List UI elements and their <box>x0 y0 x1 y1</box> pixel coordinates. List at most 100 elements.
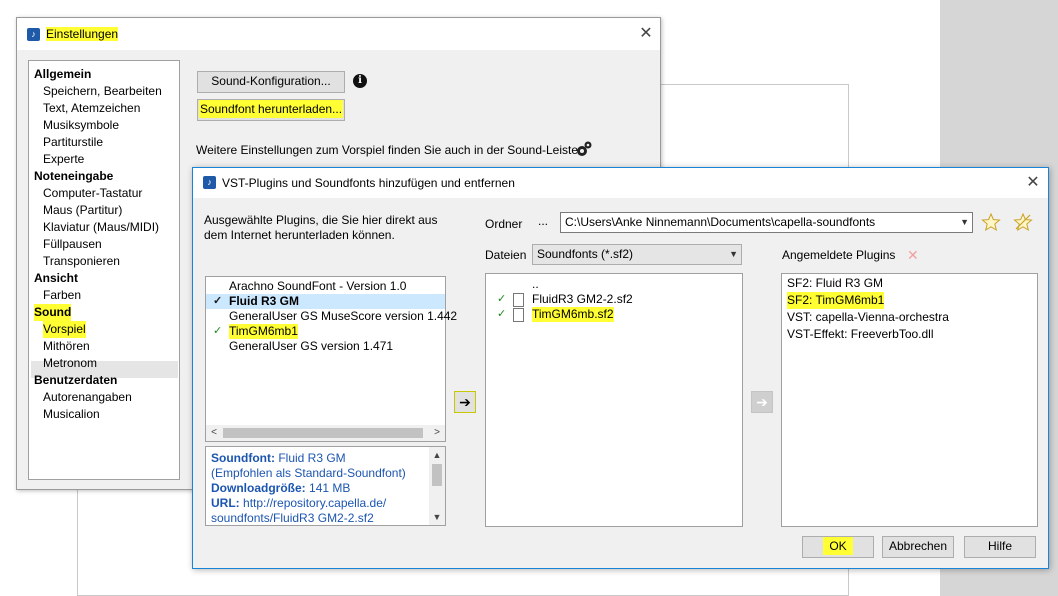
tree-category[interactable]: Benutzerdaten <box>34 372 117 389</box>
info-value: 141 MB <box>309 481 351 495</box>
horizontal-scrollbar[interactable]: < > <box>206 425 445 441</box>
add-plugin-arrow-button[interactable]: ➔ <box>454 391 476 413</box>
registered-plugin-item[interactable]: SF2: TimGM6mb1 <box>787 292 885 309</box>
info-label: Soundfont: <box>211 451 275 465</box>
info-url-link[interactable]: http://repository.capella.de/ <box>243 496 386 510</box>
tree-item[interactable]: Füllpausen <box>43 236 102 253</box>
tree-item[interactable]: Farben <box>43 287 81 304</box>
folder-path-combo[interactable]: C:\Users\Anke Ninnemann\Documents\capell… <box>560 212 973 233</box>
tree-category[interactable]: Ansicht <box>34 270 78 287</box>
tree-item[interactable]: Transponieren <box>43 253 120 270</box>
scroll-right-icon[interactable]: > <box>429 425 445 441</box>
close-icon[interactable]: ✕ <box>1026 175 1040 191</box>
info-value: Fluid R3 GM <box>278 451 346 465</box>
plugin-list-item[interactable]: Arachno SoundFont - Version 1.0 <box>206 279 445 294</box>
register-file-arrow-button[interactable]: ➔ <box>751 391 773 413</box>
scroll-left-icon[interactable]: < <box>206 425 222 441</box>
tree-item[interactable]: Computer-Tastatur <box>43 185 142 202</box>
checkmark-icon: ✓ <box>213 325 223 337</box>
tree-item[interactable]: Partiturstile <box>43 134 103 151</box>
description-line: Ausgewählte Plugins, die Sie hier direkt… <box>204 213 438 227</box>
file-list-item[interactable]: ✓ FluidR3 GM2-2.sf2 <box>486 292 742 307</box>
tree-item[interactable]: Text, Atemzeichen <box>43 100 140 117</box>
settings-category-tree[interactable]: Allgemein Speichern, Bearbeiten Text, Atem… <box>28 60 180 480</box>
tree-item[interactable]: Musicalion <box>43 406 100 423</box>
plugin-list-item[interactable]: ✓ TimGM6mb1 <box>206 324 445 339</box>
chevron-down-icon[interactable]: ▼ <box>729 245 738 264</box>
soundfont-download-button[interactable]: Soundfont herunterladen... <box>197 99 345 121</box>
folder-path-value: C:\Users\Anke Ninnemann\Documents\capell… <box>565 215 876 229</box>
cancel-button[interactable]: Abbrechen <box>882 536 954 558</box>
help-button[interactable]: Hilfe <box>964 536 1036 558</box>
plugin-name: TimGM6mb1 <box>229 324 298 339</box>
hint-text: Weitere Einstellungen zum Vorspiel finde… <box>196 143 579 157</box>
info-url: URL: http://repository.capella.de/ <box>211 496 386 511</box>
tree-item[interactable]: Mithören <box>43 338 90 355</box>
scroll-thumb[interactable] <box>223 428 423 438</box>
plugin-list-item[interactable]: GeneralUser GS MuseScore version 1.442 <box>206 309 457 324</box>
gear-icon[interactable] <box>575 140 593 158</box>
vertical-scrollbar[interactable]: ▲ ▼ <box>429 447 445 525</box>
close-icon[interactable]: ✕ <box>639 26 653 42</box>
tree-category[interactable]: Noteneingabe <box>34 168 113 185</box>
file-list-item[interactable]: ✓ TimGM6mb.sf2 <box>486 307 742 322</box>
folder-browse-button[interactable]: ... <box>538 214 548 228</box>
tree-item[interactable]: Maus (Partitur) <box>43 202 122 219</box>
tree-category[interactable]: Allgemein <box>34 66 91 83</box>
info-label: Downloadgröße: <box>211 481 306 495</box>
plugin-info-box: Soundfont: Fluid R3 GM (Empfohlen als St… <box>205 446 446 526</box>
scroll-down-icon[interactable]: ▼ <box>429 509 445 525</box>
tree-item[interactable]: Metronom <box>43 355 97 372</box>
info-download-size: Downloadgröße: 141 MB <box>211 481 350 496</box>
sound-config-button[interactable]: Sound-Konfiguration... <box>197 71 345 93</box>
description-line: dem Internet herunterladen können. <box>204 228 395 242</box>
plugin-name: Arachno SoundFont - Version 1.0 <box>229 279 407 293</box>
remove-favorite-star-icon[interactable] <box>1013 212 1033 232</box>
tree-item[interactable]: Speichern, Bearbeiten <box>43 83 162 100</box>
files-list[interactable]: .. ✓ FluidR3 GM2-2.sf2 ✓ TimGM6mb.sf2 <box>485 273 743 527</box>
tree-item[interactable]: Vorspiel <box>43 321 86 338</box>
star-icon[interactable] <box>981 212 1001 232</box>
registered-plugin-item[interactable]: VST-Effekt: FreeverbToo.dll <box>787 326 934 343</box>
settings-title: Einstellungen <box>46 27 119 41</box>
ok-button[interactable]: OK <box>802 536 874 558</box>
tree-category[interactable]: Sound <box>34 304 72 321</box>
vst-plugins-window: ♪ VST-Plugins und Soundfonts hinzufügen … <box>192 167 1049 569</box>
scroll-thumb[interactable] <box>432 464 442 486</box>
available-plugins-list[interactable]: GeneralUser GS version 1.471 ✓ TimGM6mb1 Ge… <box>205 276 457 442</box>
remove-plugin-icon[interactable]: ✕ <box>907 248 919 262</box>
registered-plugins-label: Angemeldete Plugins <box>782 248 896 262</box>
file-name: TimGM6mb.sf2 <box>532 307 614 322</box>
info-recommendation: (Empfohlen als Standard-Soundfont) <box>211 466 406 480</box>
file-list-item[interactable]: .. <box>486 277 742 292</box>
chevron-down-icon[interactable]: ▼ <box>960 213 969 232</box>
file-icon <box>513 308 524 322</box>
file-icon <box>513 293 524 307</box>
file-name: .. <box>532 277 539 291</box>
tree-item[interactable]: Autorenangaben <box>43 389 132 406</box>
plugin-list-item[interactable]: GeneralUser GS version 1.471 <box>206 339 445 354</box>
capella-app-icon: ♪ <box>27 28 40 41</box>
info-soundfont: Soundfont: Fluid R3 GM <box>211 451 346 466</box>
settings-titlebar: ♪ Einstellungen ✕ <box>17 18 660 50</box>
registered-plugin-item[interactable]: SF2: Fluid R3 GM <box>787 275 883 292</box>
plugin-name: GeneralUser GS version 1.471 <box>229 339 394 353</box>
scroll-up-icon[interactable]: ▲ <box>429 447 445 463</box>
plugin-list-item[interactable]: ✓ Fluid R3 GM <box>206 294 445 309</box>
tree-item[interactable]: Klaviatur (Maus/MIDI) <box>43 219 159 236</box>
registered-plugins-list[interactable]: SF2: Fluid R3 GM SF2: TimGM6mb1 VST: capel… <box>781 273 1038 527</box>
registered-plugin-item[interactable]: VST: capella-Vienna-orchestra <box>787 309 949 326</box>
soundfont-download-label: Soundfont herunterladen... <box>198 100 344 118</box>
files-filter-combo[interactable]: Soundfonts (*.sf2) ▼ <box>532 244 742 265</box>
folder-label: Ordner <box>485 217 523 231</box>
ok-label: OK <box>823 537 853 555</box>
info-label: URL: <box>211 496 240 510</box>
tree-item[interactable]: Musiksymbole <box>43 117 119 134</box>
vst-title: VST-Plugins und Soundfonts hinzufügen un… <box>222 176 515 190</box>
info-url-line2[interactable]: soundfonts/FluidR3 GM2-2.sf2 <box>211 511 374 526</box>
tree-item[interactable]: Experte <box>43 151 84 168</box>
plugins-description: Ausgewählte Plugins, die Sie hier direkt… <box>204 213 444 243</box>
info-icon[interactable]: i <box>353 74 367 88</box>
plugin-name: GeneralUser GS MuseScore version 1.442 <box>229 309 458 323</box>
file-name: FluidR3 GM2-2.sf2 <box>532 292 633 306</box>
